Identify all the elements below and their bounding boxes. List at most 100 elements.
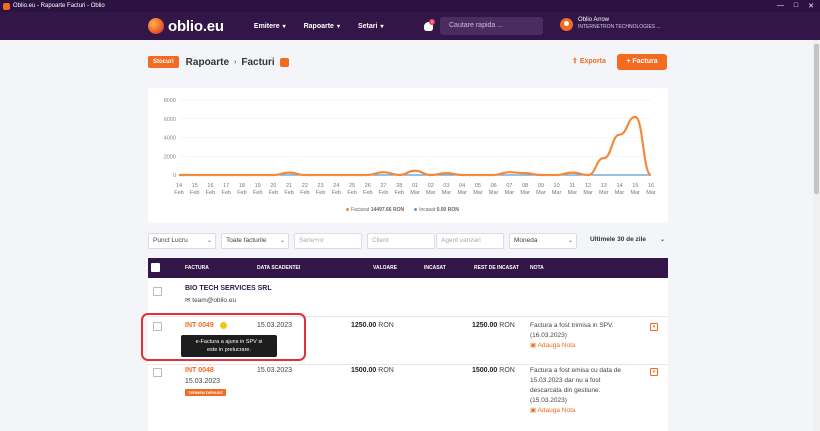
menu-label: Setari	[357, 22, 378, 30]
invoice-type-select[interactable]: Toate facturile ⌄	[221, 233, 289, 249]
menu-emitere[interactable]: Emitere ▾	[254, 23, 286, 30]
y-tick-label: 0	[173, 173, 176, 179]
x-tick-label: Mar	[505, 190, 515, 196]
chevron-down-icon: ⌄	[279, 238, 285, 244]
quick-search-input[interactable]: Cautare rapida ...	[440, 17, 543, 35]
x-tick-label: Feb	[174, 190, 183, 196]
add-note-link[interactable]: ▣ Adauga Nota	[530, 407, 576, 414]
serie-nr-input[interactable]: Serie+nr	[294, 233, 362, 249]
x-tick-label: 05	[475, 183, 481, 189]
col-data-scadentei[interactable]: DATA SCADENTEI	[257, 265, 300, 271]
new-invoice-label: Factura	[632, 58, 658, 65]
legend-dot	[346, 208, 349, 211]
legend-facturat[interactable]: Facturat 14497.66 RON	[346, 207, 404, 213]
agent-input[interactable]: Agent vanzari	[436, 233, 504, 249]
rest-amount: 1500.00	[472, 367, 498, 374]
select-all-checkbox[interactable]	[151, 263, 160, 272]
scrollbar-thumb[interactable]	[814, 44, 819, 194]
x-tick-label: 13	[601, 183, 607, 189]
select-value: Toate facturile	[226, 237, 267, 244]
x-tick-label: Mar	[457, 190, 467, 196]
period-select[interactable]: Ultimele 30 de zile ⌄	[586, 233, 668, 249]
pdf-download-icon[interactable]: ▾	[650, 368, 658, 376]
col-incasat[interactable]: INCASAT	[424, 265, 446, 271]
value-cell: 1250.00 RON	[351, 322, 394, 329]
x-tick-label: 20	[270, 183, 276, 189]
col-nota[interactable]: NOTA	[530, 265, 544, 271]
menu-rapoarte[interactable]: Rapoarte ▾	[304, 23, 340, 30]
brand-logo[interactable]: oblio.eu	[148, 18, 224, 35]
col-rest[interactable]: REST DE INCASAT	[474, 265, 519, 271]
breadcrumb-rapoarte[interactable]: Rapoarte	[186, 57, 229, 68]
highlight-annotation	[141, 313, 306, 361]
upload-icon: ⇪	[572, 58, 580, 65]
notifications-bell-icon[interactable]: 1	[423, 19, 435, 31]
invoice-number-link[interactable]: INT 0048	[185, 367, 214, 374]
report-settings-icon[interactable]	[279, 57, 289, 67]
close-button[interactable]: ✕	[808, 2, 814, 10]
stocuri-button[interactable]: Stocuri	[148, 56, 179, 68]
x-tick-label: Mar	[473, 190, 483, 196]
col-factura[interactable]: FACTURA	[185, 265, 209, 271]
x-tick-label: 16	[648, 183, 654, 189]
pdf-download-icon[interactable]: ▾	[650, 323, 658, 331]
note-cell: Factura a fost trimisa in SPV. (16.03.20…	[530, 321, 630, 351]
x-tick-label: Mar	[442, 190, 452, 196]
invoices-chart: 8000 6000 4000 2000 0 14 Feb 15 Feb 16 Feb 17 Feb 18 F…	[148, 88, 668, 223]
value-amount: 1500.00	[351, 367, 377, 374]
x-tick-label: 27	[380, 183, 386, 189]
filters-bar: Punct Lucru ⌄ Toate facturile ⌄ Serie+nr C…	[148, 233, 668, 249]
new-invoice-button[interactable]: + Factura	[617, 54, 667, 70]
x-tick-label: 09	[538, 183, 544, 189]
chart-legend: Facturat 14497.66 RON Incasat 0.00 RON	[346, 207, 459, 213]
add-note-link[interactable]: ▣ Adauga Nota	[530, 342, 576, 349]
x-tick-label: Mar	[599, 190, 609, 196]
user-menu[interactable]: Oblio Arrow INTERNETRON TECHNOLOGIES ...	[560, 17, 661, 31]
chevron-down-icon: ⌄	[567, 238, 573, 244]
x-tick-label: Feb	[284, 190, 293, 196]
punct-lucru-select[interactable]: Punct Lucru ⌄	[148, 233, 216, 249]
chevron-down-icon: ⌄	[659, 237, 665, 243]
value-cell: 1500.00 RON	[351, 367, 394, 374]
main-menu: Emitere ▾ Rapoarte ▾ Setari ▾	[254, 23, 384, 30]
chart-svg: 8000600040002000014Feb15Feb16Feb17Feb18F…	[164, 98, 656, 196]
minimize-button[interactable]: —	[777, 2, 784, 10]
x-tick-label: Mar	[568, 190, 578, 196]
note-text: Factura a fost trimisa in SPV. (16.03.20…	[530, 322, 614, 339]
col-valoare[interactable]: VALOARE	[373, 265, 397, 271]
legend-incasat[interactable]: Incasat 0.00 RON	[414, 207, 459, 213]
moneda-select[interactable]: Moneda ⌄	[509, 233, 577, 249]
client-input[interactable]: Client	[367, 233, 435, 249]
breadcrumb-separator-icon: ›	[234, 58, 237, 66]
add-note-label: Adauga Nota	[537, 407, 576, 414]
select-value: Punct Lucru	[153, 237, 188, 244]
x-tick-label: 10	[554, 183, 560, 189]
export-button[interactable]: ⇪ Exporta	[572, 57, 606, 65]
x-tick-label: Mar	[489, 190, 499, 196]
page-scrollbar[interactable]	[813, 40, 820, 431]
x-tick-label: Feb	[379, 190, 388, 196]
x-tick-label: Feb	[221, 190, 230, 196]
legend-dot	[414, 208, 418, 211]
rest-cell: 1250.00 RON	[472, 322, 515, 329]
x-tick-label: 02	[428, 183, 434, 189]
maximize-button[interactable]: □	[794, 2, 798, 10]
chevron-down-icon: ▾	[282, 23, 286, 30]
client-checkbox[interactable]	[153, 287, 162, 296]
menu-label: Emitere	[253, 22, 280, 30]
notification-count: 1	[429, 19, 435, 25]
client-name-link[interactable]: BIO TECH SERVICES SRL	[185, 285, 272, 292]
top-navigation: oblio.eu Emitere ▾ Rapoarte ▾ Setari ▾ 1 Ca…	[0, 12, 820, 40]
x-tick-label: Mar	[536, 190, 546, 196]
x-tick-label: 22	[302, 183, 308, 189]
logo-mark-icon	[148, 18, 164, 34]
row-checkbox[interactable]	[153, 368, 162, 377]
legend-label: Facturat	[351, 207, 370, 213]
window-title: Oblio.eu - Rapoarte Facturi - Oblio	[13, 3, 105, 9]
table-row: INT 0048 15.03.2023 TERMEN DEPASIT 15.03…	[148, 364, 668, 431]
x-tick-label: 25	[349, 183, 355, 189]
app-icon	[3, 2, 10, 10]
value-currency: RON	[378, 367, 394, 374]
menu-setari[interactable]: Setari ▾	[358, 23, 383, 30]
x-tick-label: 07	[506, 183, 512, 189]
